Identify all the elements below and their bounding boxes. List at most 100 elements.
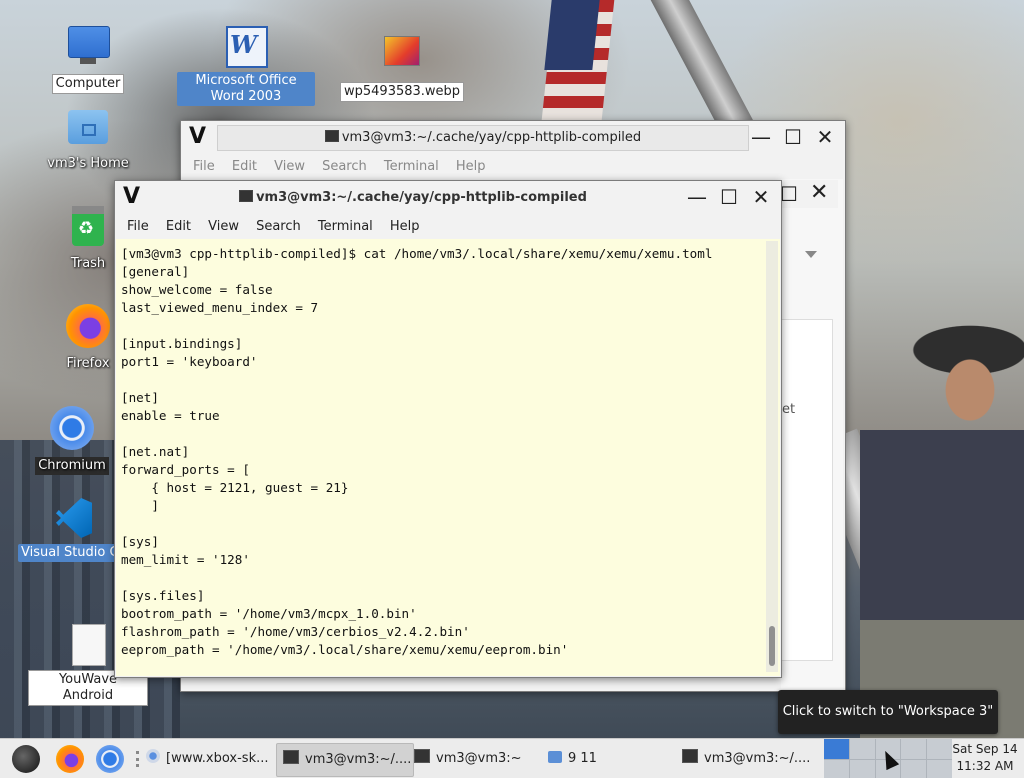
menu-help[interactable]: Help (456, 155, 486, 179)
clock[interactable]: Sat Sep 14 11:32 AM (952, 741, 1018, 775)
workspace-6[interactable] (824, 759, 849, 778)
taskbar-item-label: vm3@vm3:~/.... (704, 751, 811, 766)
trash-icon: ♻ (66, 204, 110, 248)
chromium-launcher-icon[interactable] (96, 745, 124, 773)
desktop-icon-label: Trash (70, 256, 106, 271)
terminal-line: { host = 2121, guest = 21} (121, 480, 349, 495)
desktop-icon-chromium[interactable]: Chromium (22, 406, 122, 475)
menu-search[interactable]: Search (256, 215, 301, 239)
third-window-controls: ☐ ✕ (776, 180, 838, 208)
terminal-line: show_welcome = false (121, 282, 273, 297)
terminal-line: port1 = 'keyboard' (121, 354, 258, 369)
workspace-1[interactable] (824, 739, 849, 759)
desktop-icon-computer[interactable]: Computer (38, 24, 138, 94)
desktop-icon-label: Chromium (35, 457, 109, 475)
terminal-line: [sys] (121, 534, 159, 549)
terminal-line: [input.bindings] (121, 336, 243, 351)
vertical-scrollbar[interactable] (766, 241, 778, 672)
close-icon[interactable]: ✕ (810, 180, 828, 205)
taskbar-item-terminal[interactable]: vm3@vm3:~ (414, 743, 534, 775)
window-logo: V (189, 124, 207, 149)
menu-view[interactable]: View (208, 215, 239, 239)
window-title-text: vm3@vm3:~/.cache/yay/cpp-httplib-compile… (341, 130, 642, 145)
firefox-icon (66, 304, 110, 348)
scrollbar-thumb[interactable] (769, 626, 775, 666)
maximize-button[interactable]: ☐ (779, 124, 807, 150)
taskbar-item-label: [www.xbox-sk... (166, 751, 269, 766)
menu-edit[interactable]: Edit (166, 215, 191, 239)
firefox-launcher-icon[interactable] (56, 745, 84, 773)
taskbar-item-browser[interactable]: [www.xbox-sk... (146, 743, 272, 775)
terminal-icon (239, 190, 254, 202)
workspace-9[interactable] (901, 759, 927, 778)
menu-view[interactable]: View (274, 155, 305, 179)
menu-terminal[interactable]: Terminal (318, 215, 373, 239)
menu-help[interactable]: Help (390, 215, 420, 239)
window-title: vm3@vm3:~/.cache/yay/cpp-httplib-compile… (155, 190, 671, 205)
taskbar-item-label: vm3@vm3:~ (436, 751, 522, 766)
image-file-icon (378, 32, 422, 76)
terminal-line: enable = true (121, 408, 220, 423)
front-terminal-window[interactable]: V vm3@vm3:~/.cache/yay/cpp-httplib-compi… (114, 180, 782, 678)
terminal-line: flashrom_path = '/home/vm3/cerbios_v2.4.… (121, 624, 470, 639)
window-titlebar[interactable]: V vm3@vm3:~/.cache/yay/cpp-httplib-compi… (115, 181, 781, 215)
minimize-button[interactable]: — (683, 184, 711, 210)
maximize-icon[interactable]: ☐ (780, 182, 798, 206)
menu-search[interactable]: Search (322, 155, 367, 179)
chevron-down-icon[interactable] (805, 251, 817, 258)
word-icon: W (224, 24, 268, 68)
desktop-icon-vscode[interactable]: Visual Studio Co (14, 496, 124, 562)
workspace-7[interactable] (849, 759, 875, 778)
close-button[interactable]: ✕ (811, 124, 839, 150)
desktop-icon-label: vm3's Home (47, 156, 129, 171)
workspace-5[interactable] (927, 739, 952, 759)
desktop-icon-label: Visual Studio Co (18, 544, 124, 562)
terminal-icon (414, 749, 430, 763)
taskbar-item-terminal-2[interactable]: vm3@vm3:~/.... (682, 743, 812, 775)
window-titlebar[interactable]: V vm3@vm3:~/.cache/yay/cpp-httplib-compi… (181, 121, 845, 155)
wallpaper-firefighter (860, 320, 1024, 740)
terminal-line: [net.nat] (121, 444, 190, 459)
workspace-4[interactable] (901, 739, 927, 759)
terminal-line: [vm3@vm3 cpp-httplib-compiled]$ cat /hom… (121, 246, 713, 261)
desktop-icon-home[interactable]: vm3's Home (38, 104, 138, 173)
terminal-line: mem_limit = '128' (121, 552, 250, 567)
taskbar-item-terminal-active[interactable]: vm3@vm3:~/.... (276, 743, 414, 777)
back-window-content-panel: et (781, 319, 833, 661)
terminal-line: ] (121, 498, 159, 513)
menu-bar: File Edit View Search Terminal Help (181, 155, 845, 179)
minimize-button[interactable]: — (747, 124, 775, 150)
menu-bar: File Edit View Search Terminal Help (115, 215, 781, 239)
desktop-icon-wallpaper-file[interactable]: wp5493583.webp (340, 32, 465, 102)
desktop-icon-word[interactable]: W Microsoft Office Word 2003 (176, 24, 316, 106)
desktop-icon-label: Microsoft Office Word 2003 (177, 72, 315, 106)
workspace-2[interactable] (849, 739, 875, 759)
start-menu-icon[interactable] (12, 745, 40, 773)
menu-file[interactable]: File (193, 155, 215, 179)
taskbar-item-folder[interactable]: 9 11 (548, 743, 668, 775)
workspace-10[interactable] (927, 759, 952, 778)
terminal-line: eeprom_path = '/home/vm3/.local/share/xe… (121, 642, 569, 657)
clock-date: Sat Sep 14 (952, 742, 1018, 756)
desktop-icon-label: Firefox (66, 356, 110, 371)
clock-time: 11:32 AM (956, 759, 1014, 773)
taskbar-item-label: 9 11 (568, 751, 597, 766)
terminal-text[interactable]: [vm3@vm3 cpp-httplib-compiled]$ cat /hom… (121, 245, 760, 659)
taskbar-separator (136, 751, 142, 767)
taskbar-item-label: vm3@vm3:~/.... (305, 752, 412, 767)
close-button[interactable]: ✕ (747, 184, 775, 210)
monitor-icon (66, 24, 110, 68)
menu-terminal[interactable]: Terminal (384, 155, 439, 179)
menu-edit[interactable]: Edit (232, 155, 257, 179)
desktop-icon-label: wp5493583.webp (340, 82, 465, 102)
terminal-output-area[interactable]: [vm3@vm3 cpp-httplib-compiled]$ cat /hom… (116, 239, 780, 676)
workspace-tooltip: Click to switch to "Workspace 3" (778, 690, 998, 734)
maximize-button[interactable]: ☐ (715, 184, 743, 210)
taskbar: [www.xbox-sk... vm3@vm3:~/.... vm3@vm3:~… (0, 738, 1024, 778)
window-logo: V (123, 184, 141, 209)
menu-file[interactable]: File (127, 215, 149, 239)
